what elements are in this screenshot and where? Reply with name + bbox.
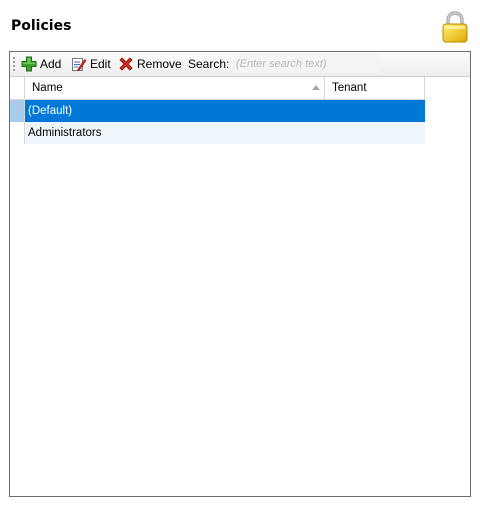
edit-button-label: Edit — [90, 57, 111, 71]
column-header-name-label: Name — [32, 82, 63, 94]
cell-name[interactable]: Administrators — [25, 122, 325, 144]
page-title: Policies — [11, 18, 72, 34]
lock-icon — [442, 11, 468, 43]
cell-tenant[interactable] — [325, 122, 425, 144]
table-row[interactable]: Administrators — [10, 122, 425, 144]
remove-button[interactable]: Remove — [118, 55, 182, 73]
policies-panel: Add Edit Remove Search: Name — [9, 51, 471, 497]
edit-icon — [72, 58, 87, 72]
remove-icon — [119, 57, 133, 71]
grid-header: Name Tenant — [10, 77, 425, 100]
sort-ascending-icon — [312, 85, 320, 90]
table-row[interactable]: (Default) — [10, 100, 425, 122]
toolbar-grip[interactable] — [13, 57, 15, 71]
cell-name[interactable]: (Default) — [25, 100, 325, 122]
policies-grid: Name Tenant (Default) Administrators — [10, 77, 425, 144]
row-header[interactable] — [10, 122, 25, 144]
column-header-tenant[interactable]: Tenant — [325, 77, 425, 99]
row-header[interactable] — [10, 100, 25, 122]
search-input[interactable] — [233, 54, 380, 73]
add-icon — [21, 56, 37, 72]
cell-tenant[interactable] — [325, 100, 425, 122]
edit-button[interactable]: Edit — [71, 55, 111, 73]
column-header-tenant-label: Tenant — [332, 82, 367, 94]
column-header-name[interactable]: Name — [25, 77, 325, 99]
row-header-corner[interactable] — [10, 77, 25, 99]
remove-button-label: Remove — [137, 57, 182, 71]
add-button[interactable]: Add — [21, 55, 61, 73]
add-button-label: Add — [40, 57, 62, 71]
toolbar: Add Edit Remove Search: — [10, 52, 470, 77]
search-label: Search: — [188, 57, 230, 71]
